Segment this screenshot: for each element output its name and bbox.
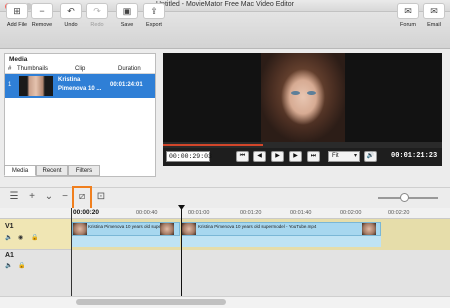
skip-to-start-button[interactable]: ⏮: [236, 151, 249, 162]
clip-thumbnail: [73, 223, 87, 235]
preview-image-detail: [291, 91, 300, 95]
column-header-thumbnails[interactable]: Thumbnails: [17, 66, 48, 72]
minus-icon: −: [31, 3, 53, 19]
a1-track[interactable]: [0, 250, 450, 296]
app-window: Untitled - MovieMator Free Mac Video Edi…: [0, 0, 450, 308]
table-row[interactable]: 1 Kristina Pimenova 10 ... 00:01:24:01: [5, 74, 155, 98]
row-number: 1: [8, 82, 12, 88]
lock-icon[interactable]: 🔒: [31, 234, 38, 241]
chevron-down-icon[interactable]: ⌄: [43, 190, 55, 204]
speaker-icon[interactable]: 🔈: [5, 262, 12, 269]
ruler-label: 00:01:20: [240, 210, 262, 216]
v1-track-label: V1: [5, 223, 14, 230]
tab-media[interactable]: Media: [4, 165, 36, 176]
clip-thumbnail: [19, 76, 53, 96]
zoom-slider-handle[interactable]: [400, 193, 409, 202]
tab-recent[interactable]: Recent: [36, 165, 68, 176]
add-file-label: Add File: [6, 22, 28, 28]
timeline-start-marker: [71, 208, 72, 296]
email-label: Email: [427, 22, 441, 28]
list-icon[interactable]: ☰: [8, 190, 20, 204]
remove-track-icon[interactable]: −: [59, 190, 71, 204]
email-button[interactable]: ✉ Email: [420, 2, 448, 35]
tab-filters[interactable]: Filters: [68, 165, 100, 176]
ruler-current-label: 00:00:20: [73, 209, 100, 216]
add-file-icon: ⊞: [6, 3, 28, 19]
ruler-label: 00:02:20: [388, 210, 410, 216]
preview-frame-image: [261, 53, 345, 142]
timeline-clip-body[interactable]: [72, 236, 180, 247]
export-label: Export: [146, 22, 162, 28]
video-preview[interactable]: [163, 53, 442, 142]
save-icon: ▣: [116, 3, 138, 19]
clip-title: Kristina Pimenova 10 years old supermode…: [198, 224, 317, 229]
redo-label: Redo: [90, 22, 104, 28]
add-file-button[interactable]: ⊞ Add File: [3, 2, 31, 35]
ruler-label: 00:01:00: [188, 210, 210, 216]
preview-image-detail: [307, 91, 316, 95]
timeline-ruler[interactable]: [0, 208, 450, 219]
forum-icon: ✉: [397, 3, 419, 19]
media-panel-title: Media: [9, 56, 28, 63]
column-header-duration[interactable]: Duration: [118, 66, 141, 72]
add-track-icon[interactable]: +: [26, 190, 38, 204]
lock-icon[interactable]: 🔒: [18, 262, 25, 269]
chevron-down-icon: ▾: [353, 153, 357, 159]
step-back-button[interactable]: ◀: [253, 151, 266, 162]
player-controls: 00:00:29:03 ⏮ ◀ ▶ ▶ ⏭ Fit ▾ 🔊 00:01:21:2…: [163, 148, 442, 166]
media-table-header: # Thumbnails Clip Duration: [5, 65, 155, 74]
skip-to-end-button[interactable]: ⏭: [307, 151, 320, 162]
remove-label: Remove: [31, 22, 53, 28]
redo-button[interactable]: ↷ Redo: [83, 2, 111, 35]
clip-name-line1: Kristina: [58, 77, 81, 83]
a1-track-label: A1: [5, 252, 14, 259]
ruler-label: 00:02:00: [340, 210, 362, 216]
clip-name-line2: Pimenova 10 ...: [58, 86, 102, 92]
total-duration: 00:01:21:23: [391, 152, 438, 160]
clip-duration: 00:01:24:01: [110, 82, 143, 88]
save-label: Save: [120, 22, 134, 28]
zoom-select[interactable]: Fit ▾: [328, 151, 360, 162]
forum-button[interactable]: ✉ Forum: [394, 2, 422, 35]
forum-label: Forum: [400, 22, 416, 28]
clip-title: Kristina Pimenova 10 years old supermode…: [88, 224, 160, 229]
clip-thumbnail: [182, 223, 196, 235]
eye-icon[interactable]: ◉: [18, 234, 23, 241]
ruler-label: 00:00:40: [136, 210, 158, 216]
zoom-select-value: Fit: [332, 153, 339, 159]
ruler-label: 00:01:40: [290, 210, 312, 216]
volume-button[interactable]: 🔊: [364, 151, 377, 162]
timeline-clip-body[interactable]: [181, 236, 381, 247]
column-header-clip[interactable]: Clip: [75, 66, 85, 72]
redo-icon: ↷: [86, 3, 108, 19]
column-header-number[interactable]: #: [8, 66, 11, 72]
media-panel: Media # Thumbnails Clip Duration 1 Krist…: [4, 53, 156, 177]
remove-button[interactable]: − Remove: [28, 2, 56, 35]
speaker-icon[interactable]: 🔈: [5, 234, 12, 241]
save-button[interactable]: ▣ Save: [113, 2, 141, 35]
step-forward-button[interactable]: ▶: [289, 151, 302, 162]
play-button[interactable]: ▶: [271, 151, 284, 162]
playhead-line[interactable]: [181, 205, 182, 296]
undo-button[interactable]: ↶ Undo: [57, 2, 85, 35]
export-button[interactable]: ⇪ Export: [140, 2, 168, 35]
undo-label: Undo: [64, 22, 78, 28]
clip-thumbnail: [362, 223, 376, 235]
export-icon: ⇪: [143, 3, 165, 19]
snap-icon[interactable]: ⊡: [95, 190, 107, 204]
clip-thumbnail: [160, 223, 174, 235]
scrollbar-thumb[interactable]: [76, 299, 226, 305]
current-time-field[interactable]: 00:00:29:03: [166, 151, 212, 162]
email-icon: ✉: [423, 3, 445, 19]
undo-icon: ↶: [60, 3, 82, 19]
scrubber-progress: [163, 144, 264, 146]
